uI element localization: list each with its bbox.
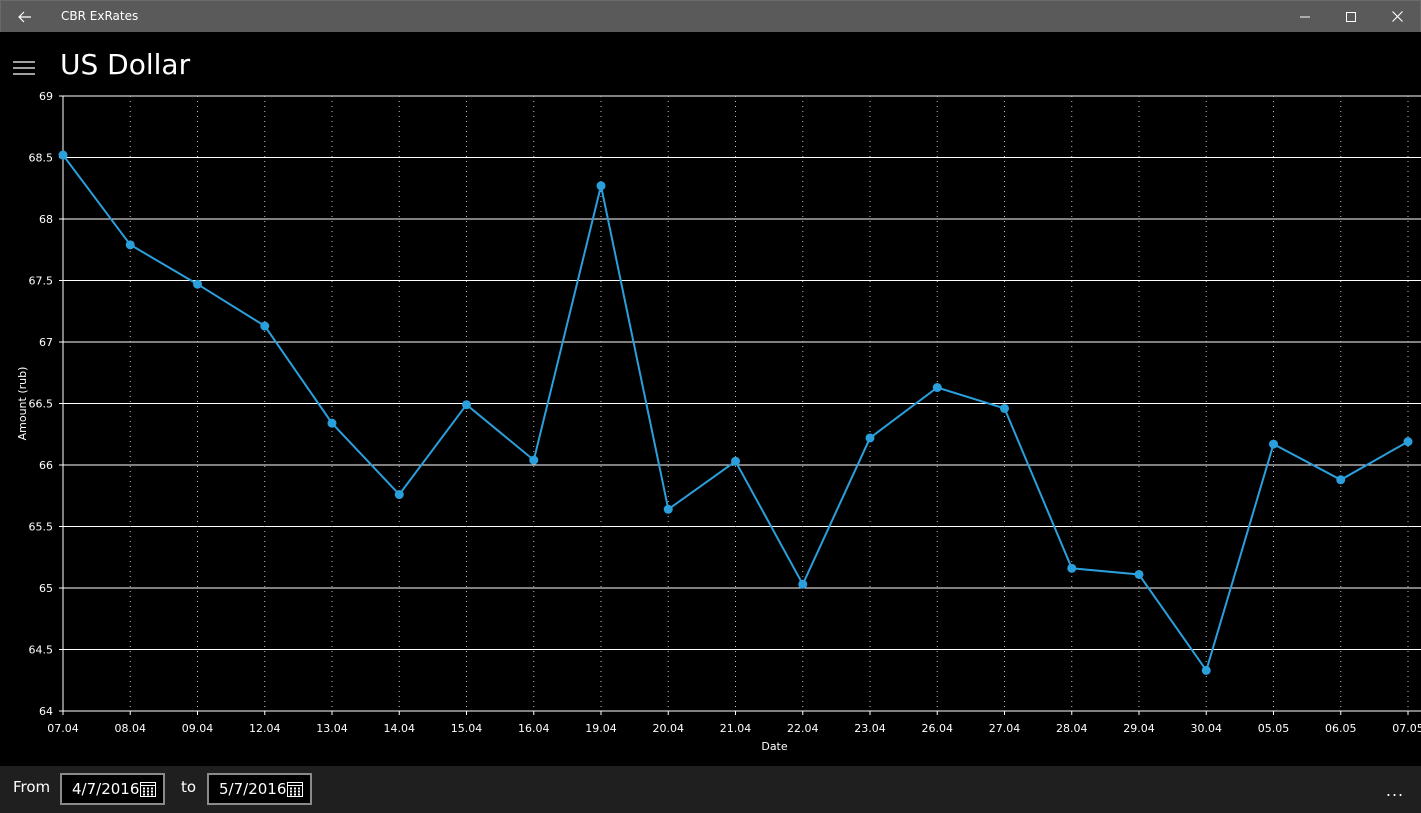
x-tick-label: 06.05: [1325, 722, 1357, 735]
menu-button[interactable]: [8, 48, 40, 88]
x-axis-label: Date: [761, 740, 788, 753]
x-tick-label: 12.04: [249, 722, 281, 735]
maximize-button[interactable]: [1328, 1, 1374, 32]
data-point: [865, 433, 875, 443]
x-tick-label: 19.04: [585, 722, 617, 735]
data-point: [394, 490, 404, 500]
app-title: CBR ExRates: [61, 9, 139, 23]
y-tick-label: 68.5: [29, 152, 54, 165]
data-point: [596, 181, 606, 191]
minimize-button[interactable]: [1282, 1, 1328, 32]
y-tick-label: 67.5: [29, 275, 54, 288]
data-point: [529, 455, 539, 465]
x-tick-label: 16.04: [518, 722, 550, 735]
from-label: From: [13, 778, 51, 796]
maximize-icon: [1346, 11, 1356, 22]
close-button[interactable]: [1374, 1, 1420, 32]
y-tick-label: 64: [39, 705, 53, 718]
data-point: [1403, 437, 1413, 447]
data-point: [1134, 569, 1144, 579]
data-point: [327, 418, 337, 428]
data-point: [798, 579, 808, 589]
to-date-value: 5/7/2016: [219, 780, 287, 798]
data-point: [1000, 403, 1009, 413]
x-tick-label: 09.04: [182, 722, 214, 735]
x-tick-label: 07.05: [1392, 722, 1421, 735]
data-point: [663, 504, 673, 514]
x-tick-label: 29.04: [1123, 722, 1155, 735]
x-tick-label: 21.04: [720, 722, 752, 735]
data-point: [193, 279, 202, 289]
data-point: [1269, 439, 1278, 449]
series-line: [62, 154, 1409, 673]
x-tick-label: 27.04: [989, 722, 1021, 735]
minimize-icon: [1300, 16, 1310, 17]
y-tick-label: 65.5: [29, 521, 54, 534]
data-point: [260, 321, 270, 331]
calendar-icon: [287, 782, 303, 797]
y-tick-label: 66: [39, 459, 53, 472]
x-tick-label: 08.04: [115, 722, 147, 735]
x-tick-label: 14.04: [384, 722, 416, 735]
x-tick-label: 20.04: [653, 722, 685, 735]
to-date-picker[interactable]: 5/7/2016: [207, 773, 312, 805]
to-label: to: [181, 778, 197, 796]
from-date-value: 4/7/2016: [72, 780, 140, 798]
y-tick-label: 66.5: [29, 398, 54, 411]
title-bar: CBR ExRates: [0, 0, 1421, 32]
back-button[interactable]: [1, 1, 49, 32]
y-axis-label: Amount (rub): [16, 367, 29, 441]
data-point: [932, 383, 942, 393]
x-tick-label: 22.04: [787, 722, 819, 735]
data-point: [1201, 665, 1211, 675]
x-tick-label: 28.04: [1056, 722, 1088, 735]
calendar-icon: [140, 782, 156, 797]
data-point: [1067, 563, 1077, 573]
data-point: [58, 150, 68, 160]
x-tick-label: 26.04: [922, 722, 954, 735]
chart-svg: 64 64.5 65 65.5 66 66.5 67 67.5 68 68.5 69 07.04 08…: [16, 90, 1421, 753]
x-tick-label: 30.04: [1191, 722, 1223, 735]
data-point: [462, 400, 471, 410]
page-title: US Dollar: [60, 48, 191, 81]
x-tick-label: 13.04: [316, 722, 348, 735]
y-tick-label: 68: [39, 213, 53, 226]
page-header: US Dollar: [0, 32, 1421, 92]
data-point: [125, 240, 135, 250]
back-arrow-icon: [18, 11, 31, 22]
command-bar: From 4/7/2016 to 5/7/2016 ...: [0, 766, 1421, 813]
y-tick-label: 69: [39, 90, 53, 103]
y-tick-label: 65: [39, 582, 53, 595]
x-tick-label: 07.04: [47, 722, 79, 735]
more-options-button[interactable]: ...: [1381, 776, 1409, 804]
data-point: [731, 456, 740, 466]
y-tick-label: 67: [39, 336, 53, 349]
close-icon: [1391, 11, 1403, 22]
x-tick-label: 23.04: [854, 722, 886, 735]
data-point: [1336, 475, 1346, 485]
hamburger-icon: [13, 61, 35, 75]
exchange-rate-chart: 64 64.5 65 65.5 66 66.5 67 67.5 68 68.5 69 07.04 08…: [0, 86, 1421, 766]
y-tick-label: 64.5: [29, 644, 54, 657]
x-tick-label: 05.05: [1258, 722, 1290, 735]
x-tick-label: 15.04: [451, 722, 483, 735]
from-date-picker[interactable]: 4/7/2016: [60, 773, 165, 805]
